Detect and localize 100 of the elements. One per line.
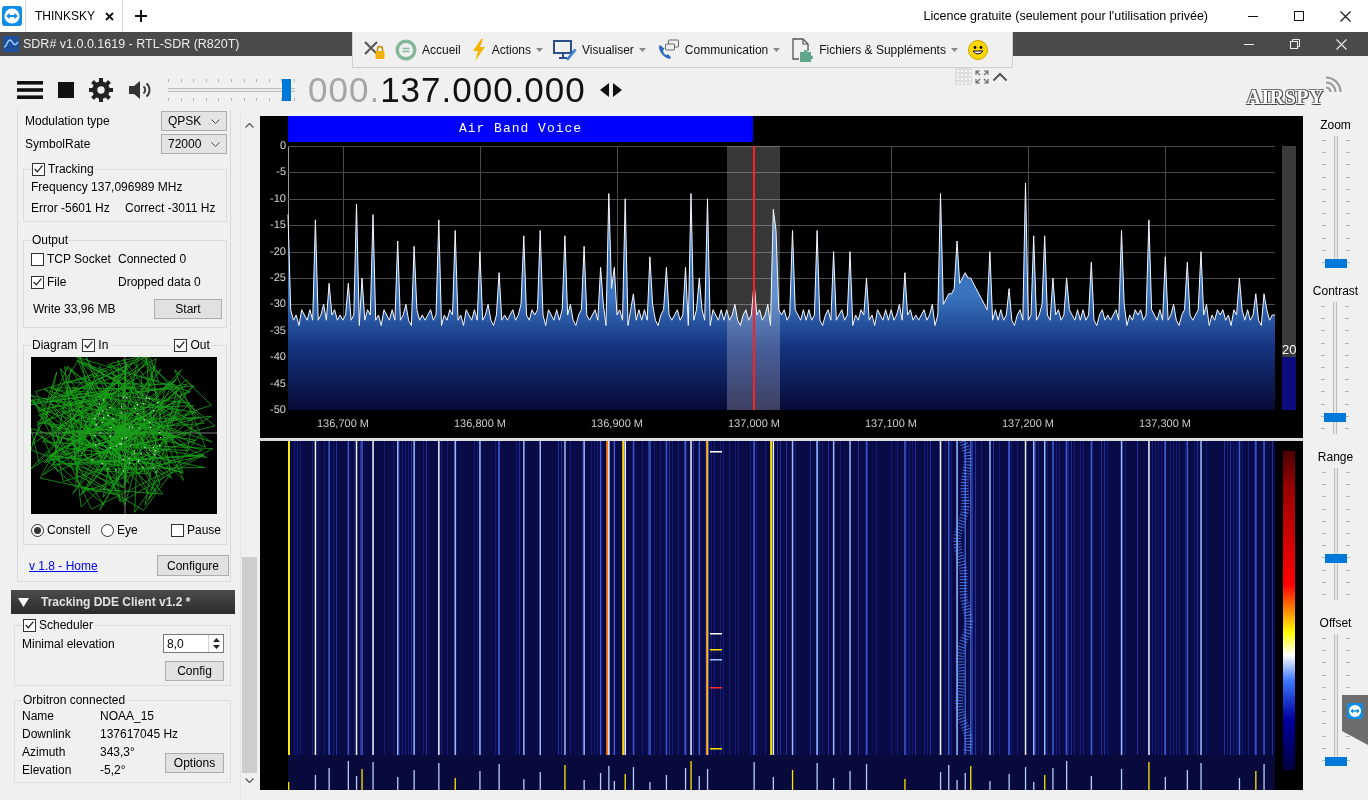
radio-label[interactable]: Constell: [47, 523, 91, 537]
checkbox-label[interactable]: TCP Socket: [47, 252, 111, 266]
group-title: Output: [31, 233, 70, 247]
radio-label[interactable]: Eye: [117, 523, 138, 537]
config-button[interactable]: Config: [165, 661, 224, 681]
tracking-error: Error -5601 Hz: [31, 201, 111, 215]
slider-thumb[interactable]: [1324, 554, 1347, 564]
restore-icon[interactable]: [1290, 39, 1300, 49]
axis-tick-label: 137,300 M: [1139, 418, 1191, 430]
checkbox-label[interactable]: Tracking: [48, 162, 94, 176]
settings-icon[interactable]: [89, 78, 113, 102]
checkbox[interactable]: [31, 275, 44, 289]
axis-tick-label: -30: [270, 298, 286, 310]
triangle-down-icon[interactable]: [18, 597, 29, 607]
axis-tick-label: -10: [270, 193, 286, 205]
session-tab[interactable]: THINKSKY: [25, 0, 123, 32]
checkbox[interactable]: [82, 338, 96, 352]
dropdown[interactable]: 72000: [161, 134, 227, 154]
checkbox[interactable]: [174, 338, 188, 352]
plus-icon[interactable]: [135, 10, 147, 22]
slider-label: Range: [1317, 450, 1354, 464]
lightning-icon: [470, 38, 487, 61]
gain-reading: 20: [1282, 342, 1296, 358]
document-puzzle-icon: [790, 37, 815, 62]
group-title: Diagram: [32, 338, 78, 352]
chevron-up-icon[interactable]: [244, 123, 254, 128]
toolbar-menu-button[interactable]: Actions: [470, 38, 544, 61]
slider-thumb[interactable]: [1324, 259, 1347, 268]
close-icon[interactable]: [105, 11, 114, 21]
info-value: -5,2°: [100, 763, 126, 777]
slider-thumb[interactable]: [282, 79, 292, 101]
fullscreen-icon[interactable]: [975, 69, 989, 84]
down-arrow-icon[interactable]: [212, 645, 220, 649]
slider-label: Offset: [1319, 616, 1352, 630]
axis-tick-label: 136,700 M: [317, 418, 369, 430]
axis-tick-label: -40: [270, 351, 286, 363]
chevron-up-icon[interactable]: [992, 71, 1008, 82]
x-lock-icon[interactable]: [363, 39, 385, 60]
toolbar-menu-button[interactable]: Fichiers & Suppléments: [790, 37, 958, 62]
tracking-frequency: Frequency 137,096989 MHz: [31, 180, 184, 194]
checkbox-label[interactable]: Scheduler: [39, 618, 94, 632]
checkbox-label[interactable]: File: [47, 275, 67, 289]
toolbar-menu-button[interactable]: Communication: [655, 38, 781, 61]
field-label: Modulation type: [24, 114, 110, 128]
window-title: SDR# v1.0.0.1619 - RTL-SDR (R820T): [23, 37, 240, 51]
menu-icon[interactable]: [17, 80, 43, 100]
info-label: Downlink: [22, 727, 71, 741]
close-icon[interactable]: [1339, 10, 1351, 22]
dropdown[interactable]: QPSK: [161, 111, 227, 131]
checkbox[interactable]: [23, 618, 36, 632]
radio-button[interactable]: [31, 523, 44, 537]
frequency-display[interactable]: 137.000.000: [380, 71, 586, 109]
options-button[interactable]: Options: [165, 753, 224, 773]
field-label: SymbolRate: [24, 137, 91, 151]
chevron-down-icon[interactable]: [244, 778, 254, 783]
side-panel-tab[interactable]: [1342, 695, 1368, 745]
scrollbar-thumb[interactable]: [241, 557, 257, 773]
checkbox-label[interactable]: Pause: [187, 523, 222, 537]
checkbox-label[interactable]: Out: [190, 338, 210, 352]
slider-thumb[interactable]: [1324, 757, 1347, 766]
band-label[interactable]: Air Band Voice: [288, 116, 753, 142]
status-text: Dropped data 0: [118, 275, 201, 289]
maximize-icon[interactable]: [1294, 11, 1304, 21]
axis-tick-label: 136,800 M: [454, 418, 506, 430]
frequency-leading-digits: 000.: [308, 71, 381, 109]
arrows-circle-icon[interactable]: [2, 6, 22, 26]
toolbar-menu-button[interactable]: Accueil: [395, 38, 461, 61]
radio-button[interactable]: [101, 523, 114, 537]
checkbox[interactable]: [31, 252, 44, 266]
group-title: Orbitron connected: [22, 693, 127, 707]
axis-tick-label: 0: [279, 140, 286, 152]
home-link[interactable]: v 1.8 - Home: [29, 558, 98, 573]
checkbox[interactable]: [32, 162, 45, 176]
number-field[interactable]: 8,0: [163, 634, 224, 653]
axis-tick-label: -50: [270, 404, 286, 416]
info-value: NOAA_15: [100, 709, 155, 723]
scrollbar[interactable]: [240, 110, 257, 800]
axis-tick-label: 137,200 M: [1002, 418, 1054, 430]
slider-thumb[interactable]: [1324, 412, 1347, 422]
info-label: Name: [22, 709, 54, 723]
checkbox[interactable]: [171, 523, 184, 537]
info-label: Azimuth: [22, 745, 66, 759]
arrows-circle-icon: [1347, 703, 1363, 719]
axis-tick-label: -20: [270, 246, 286, 258]
checkbox-label[interactable]: In: [98, 338, 109, 352]
configure-button[interactable]: Configure: [157, 555, 229, 576]
chevron-down-icon: [211, 118, 220, 124]
monitor-icon: [553, 38, 578, 61]
slider-label: Contrast: [1312, 284, 1359, 298]
up-arrow-icon[interactable]: [212, 638, 220, 642]
axis-tick-label: -35: [270, 325, 286, 337]
ring-icon: [395, 38, 417, 61]
axis-tick-label: -25: [270, 272, 286, 284]
start-button[interactable]: Start: [154, 299, 222, 319]
axis-tick-label: -15: [270, 219, 286, 231]
toolbar-menu-button[interactable]: Visualiser: [553, 38, 646, 61]
plugin-header[interactable]: Tracking DDE Client v1.2 *: [11, 590, 235, 614]
smiley-icon[interactable]: [967, 39, 988, 60]
field-label: Minimal elevation: [22, 636, 115, 651]
passband-highlight[interactable]: [727, 146, 780, 410]
